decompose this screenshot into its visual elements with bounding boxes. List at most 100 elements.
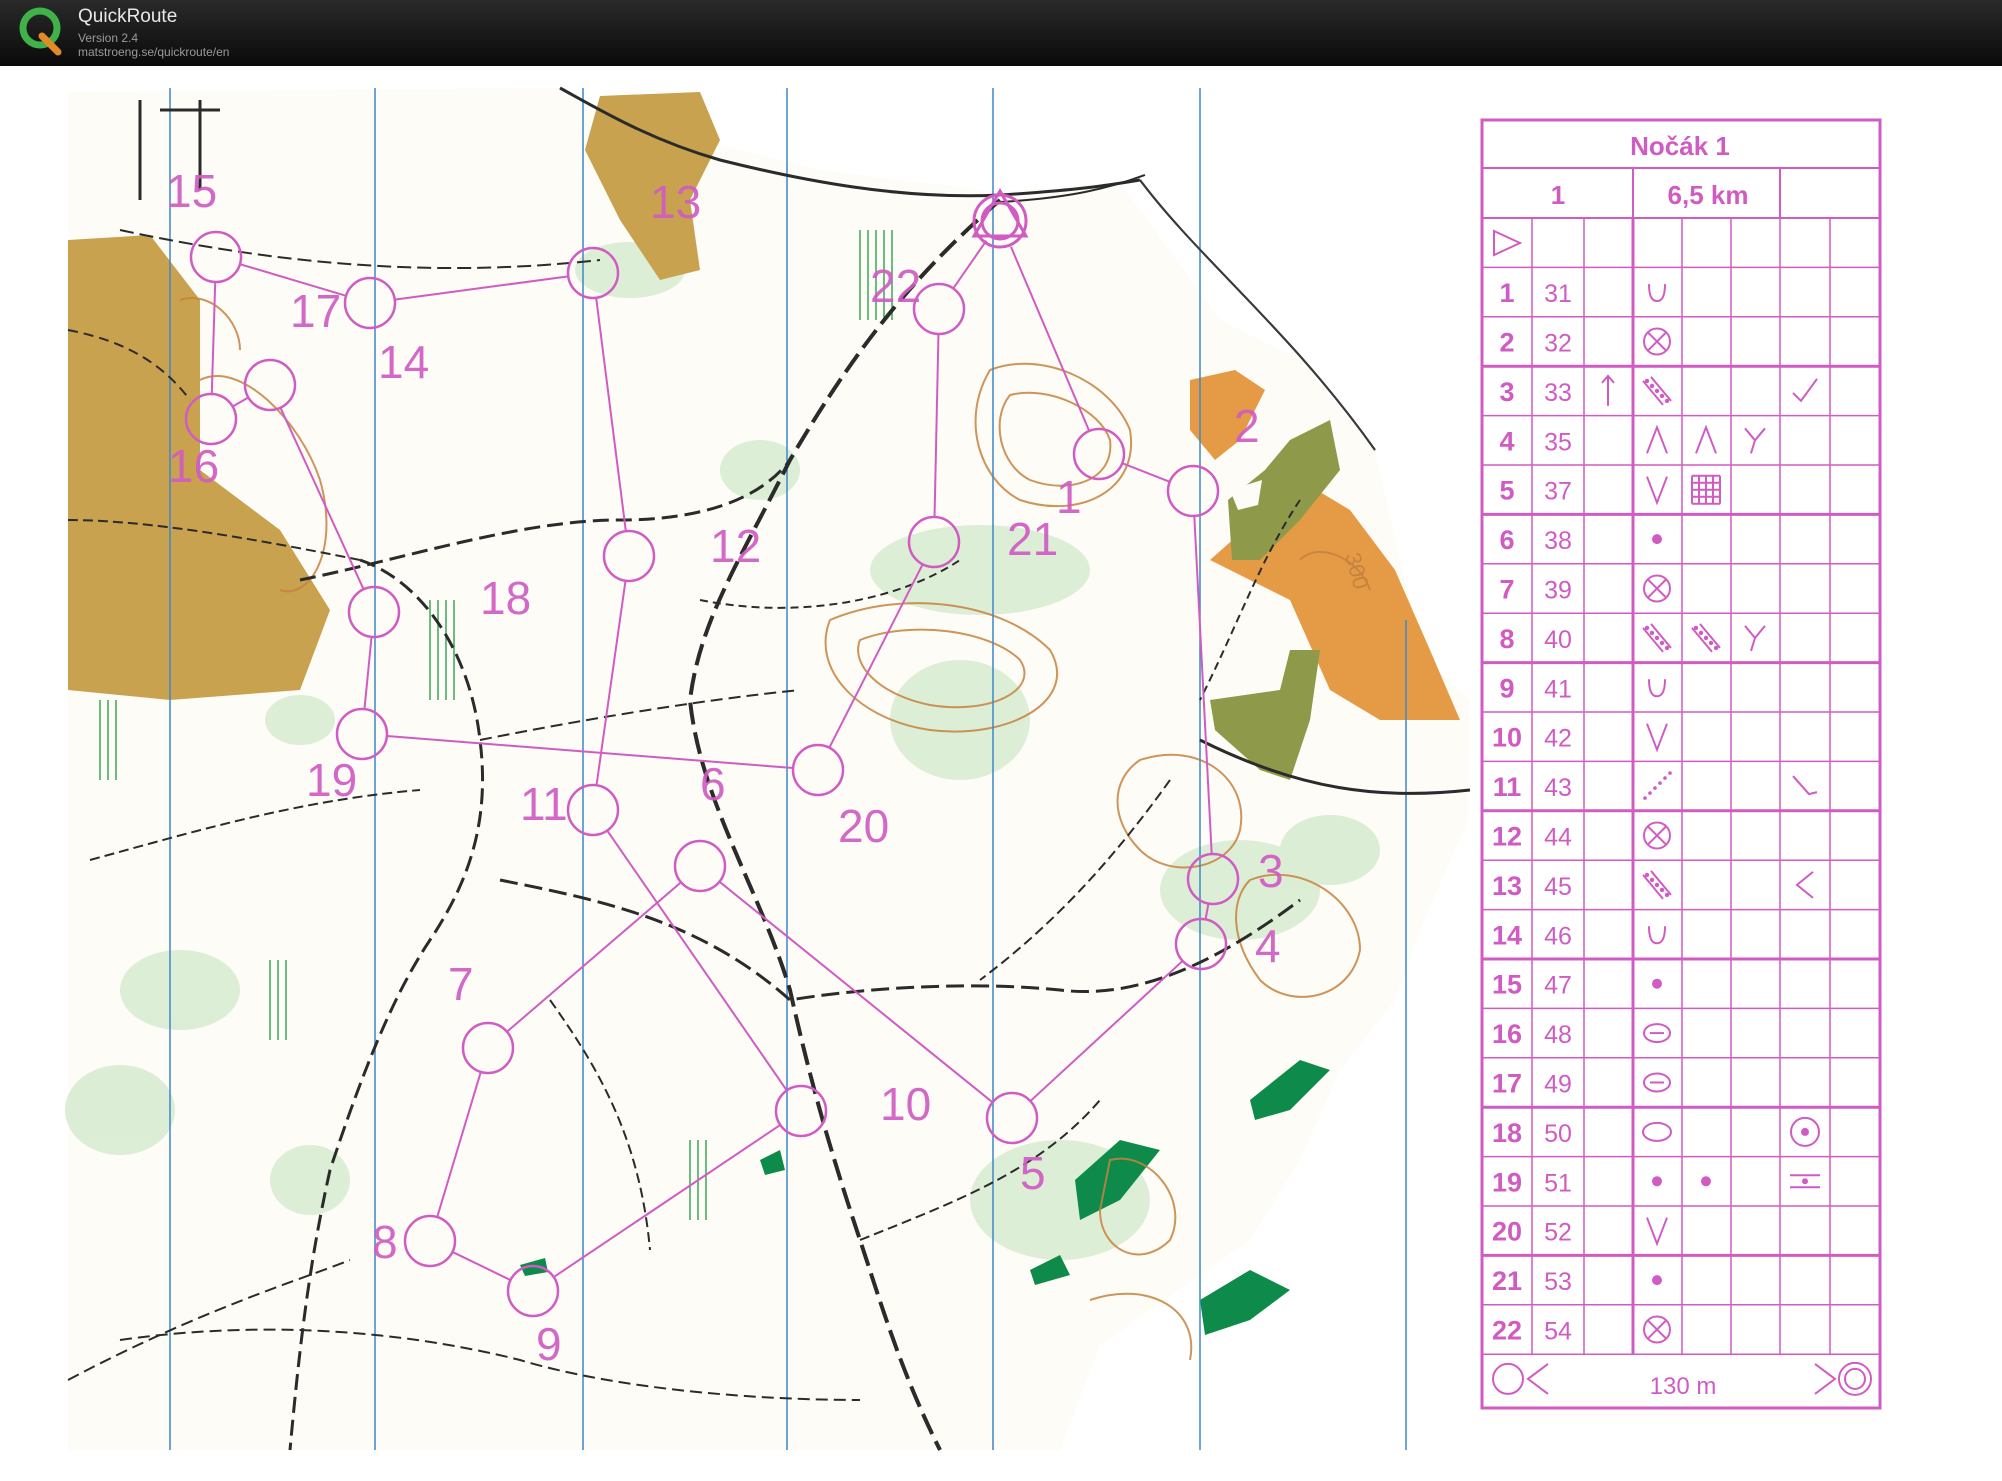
title-bar: QuickRoute Version 2.4 matstroeng.se/qui…	[0, 0, 2002, 66]
control-number: 11	[520, 778, 568, 830]
control-code: 39	[1544, 577, 1572, 605]
control-code: 31	[1544, 280, 1572, 308]
control-code: 33	[1544, 379, 1572, 407]
ellipse-icon	[1642, 1121, 1672, 1142]
special-object-icon	[1647, 331, 1667, 352]
description-row: 20 52	[1492, 1217, 1668, 1247]
control-order-number: 13	[1492, 871, 1522, 901]
control-code: 37	[1544, 478, 1572, 506]
control-code: 54	[1544, 1318, 1572, 1346]
description-row: 10 42	[1492, 723, 1668, 753]
depression-icon	[1648, 679, 1666, 698]
stony-ground-icon	[1654, 388, 1660, 394]
stony-ground-icon	[1659, 887, 1665, 893]
control-code: 46	[1544, 922, 1572, 950]
control-number: 18	[480, 572, 531, 624]
control-number: 6	[700, 758, 726, 810]
line-feature-icon	[1658, 781, 1662, 785]
bend-icon	[1792, 775, 1818, 796]
line-feature-icon	[1643, 796, 1647, 800]
line-feature-icon	[1668, 771, 1672, 775]
control-number: 21	[1007, 513, 1058, 565]
gully-icon	[1695, 424, 1717, 454]
finish-inner-icon	[1844, 1367, 1866, 1390]
description-row: 12 44	[1492, 821, 1671, 852]
stony-ground-icon	[1649, 630, 1655, 636]
control-number: 1	[1056, 471, 1082, 523]
description-row: 1 31	[1499, 278, 1666, 308]
dot-icon	[1652, 1275, 1662, 1286]
start-triangle-icon	[1493, 229, 1523, 257]
control-number: 3	[1258, 845, 1284, 897]
control-order-number: 2	[1499, 328, 1514, 358]
finish-distance: 130 m	[1650, 1373, 1717, 1400]
control-number: 7	[448, 958, 474, 1010]
special-object-icon	[1647, 825, 1667, 846]
stony-ground-icon	[1649, 383, 1655, 389]
ditch-icon	[1646, 1217, 1668, 1247]
funnel-right-icon	[1814, 1363, 1837, 1395]
control-number: 20	[838, 800, 889, 852]
dot-icon	[1652, 978, 1662, 989]
control-number: 2	[1234, 400, 1260, 452]
gully-icon	[1646, 424, 1668, 454]
control-number: 12	[710, 520, 761, 572]
event-title: Nočák 1	[1630, 131, 1730, 161]
control-order-number: 21	[1492, 1266, 1522, 1296]
funnel-left-icon	[1526, 1363, 1549, 1395]
control-order-number: 7	[1499, 575, 1514, 605]
stony-ground-icon	[1654, 635, 1660, 641]
ditch-icon	[1646, 476, 1668, 506]
control-order-number: 19	[1492, 1167, 1522, 1197]
control-order-number: 22	[1492, 1316, 1522, 1346]
control-number: 10	[880, 1078, 931, 1130]
dot-icon	[1701, 1176, 1711, 1187]
ditch-icon	[1646, 723, 1668, 753]
control-number: 9	[536, 1318, 562, 1370]
description-row: 18 50	[1492, 1116, 1820, 1148]
control-order-number: 8	[1499, 624, 1514, 654]
control-number: 17	[290, 285, 341, 337]
control-number: 4	[1255, 920, 1281, 972]
control-order-number: 11	[1493, 772, 1522, 802]
control-code: 49	[1544, 1071, 1572, 1099]
stony-ground-icon	[1698, 630, 1704, 636]
stony-ground-icon	[1659, 640, 1665, 646]
description-row: 13 45	[1492, 870, 1814, 901]
control-order-number: 3	[1499, 377, 1514, 407]
control-order-number: 5	[1499, 476, 1514, 506]
control-code: 41	[1544, 675, 1572, 703]
description-row: 14 46	[1492, 920, 1666, 950]
control-code: 50	[1544, 1120, 1572, 1148]
control-code: 45	[1544, 873, 1572, 901]
line-feature-icon	[1653, 786, 1657, 790]
control-code: 40	[1544, 626, 1572, 654]
control-code: 53	[1544, 1268, 1572, 1296]
stony-ground-icon	[1654, 882, 1660, 888]
left-icon	[1795, 871, 1814, 899]
description-row: 21 53	[1492, 1266, 1662, 1296]
control-number: 16	[168, 440, 219, 492]
depression-icon	[1648, 284, 1666, 303]
quickroute-logo-icon	[19, 7, 62, 56]
description-row: 19 51	[1492, 1167, 1820, 1197]
control-code: 47	[1544, 972, 1572, 1000]
corner-icon	[1792, 378, 1818, 403]
control-number: 5	[1020, 1147, 1046, 1199]
control-order-number: 17	[1492, 1069, 1522, 1099]
control-order-number: 6	[1499, 525, 1514, 555]
depression-icon	[1648, 926, 1666, 945]
control-code: 51	[1544, 1169, 1572, 1197]
control-order-number: 4	[1499, 426, 1514, 456]
control-code: 42	[1544, 725, 1572, 753]
description-row: 3 33	[1499, 374, 1818, 407]
control-code: 35	[1544, 428, 1572, 456]
grid-icon	[1691, 474, 1721, 505]
control-order-number: 12	[1492, 822, 1522, 852]
junction-icon	[1744, 625, 1766, 652]
description-row: 11 43	[1493, 771, 1818, 802]
control-order-number: 10	[1492, 723, 1522, 753]
app-url: matstroeng.se/quickroute/en	[78, 45, 230, 59]
special-object-icon	[1647, 578, 1667, 599]
control-code: 44	[1544, 824, 1572, 852]
